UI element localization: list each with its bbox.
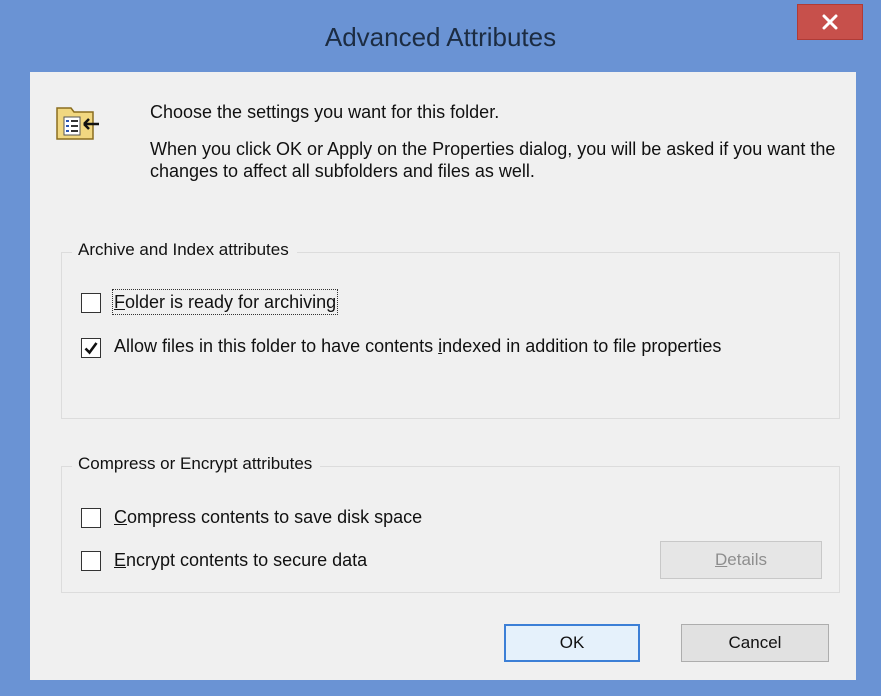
- indexing-label-prefix: Allow files in this folder to have conte…: [114, 336, 439, 356]
- compress-checkbox-label[interactable]: Compress contents to save disk space: [114, 506, 422, 528]
- window-title: Advanced Attributes: [324, 22, 557, 52]
- archiving-label-rest: older is ready for archiving: [125, 292, 337, 312]
- details-label-rest: etails: [727, 550, 767, 569]
- archive-index-group-label: Archive and Index attributes: [72, 240, 297, 260]
- encrypt-checkbox[interactable]: [81, 551, 101, 571]
- archiving-label-mnemonic: F: [114, 292, 125, 312]
- title-bar[interactable]: Advanced Attributes: [0, 0, 881, 72]
- archive-index-group: Archive and Index attributes Folder is r…: [61, 240, 840, 419]
- close-button[interactable]: [797, 4, 863, 40]
- compress-checkbox[interactable]: [81, 508, 101, 528]
- compress-encrypt-group: Compress or Encrypt attributes Compress …: [61, 454, 840, 593]
- indexing-checkbox-label[interactable]: Allow files in this folder to have conte…: [114, 335, 824, 357]
- compress-label-rest: ompress contents to save disk space: [127, 507, 423, 527]
- intro-text: Choose the settings you want for this fo…: [150, 102, 500, 122]
- checkmark-icon: [84, 342, 98, 355]
- dialog-window: Advanced Attributes Choose the settings …: [0, 0, 881, 696]
- compress-encrypt-group-label: Compress or Encrypt attributes: [72, 454, 321, 474]
- intro-description: When you click OK or Apply on the Proper…: [150, 139, 836, 181]
- folder-attributes-icon: [56, 107, 99, 140]
- ok-button[interactable]: OK: [504, 624, 640, 662]
- close-icon: [822, 14, 838, 30]
- archiving-checkbox-label[interactable]: Folder is ready for archiving: [111, 289, 339, 315]
- dialog-body: Choose the settings you want for this fo…: [30, 72, 856, 680]
- details-label-mnemonic: D: [715, 550, 728, 569]
- indexing-checkbox[interactable]: [81, 338, 101, 358]
- encrypt-label-mnemonic: E: [114, 550, 127, 570]
- archiving-checkbox[interactable]: [81, 293, 101, 313]
- indexing-label-rest: ndexed in addition to file properties: [442, 336, 722, 356]
- details-button[interactable]: Details: [660, 541, 822, 579]
- cancel-button[interactable]: Cancel: [681, 624, 829, 662]
- compress-label-mnemonic: C: [114, 507, 127, 527]
- encrypt-label-rest: ncrypt contents to secure data: [126, 550, 368, 570]
- encrypt-checkbox-label[interactable]: Encrypt contents to secure data: [114, 549, 367, 571]
